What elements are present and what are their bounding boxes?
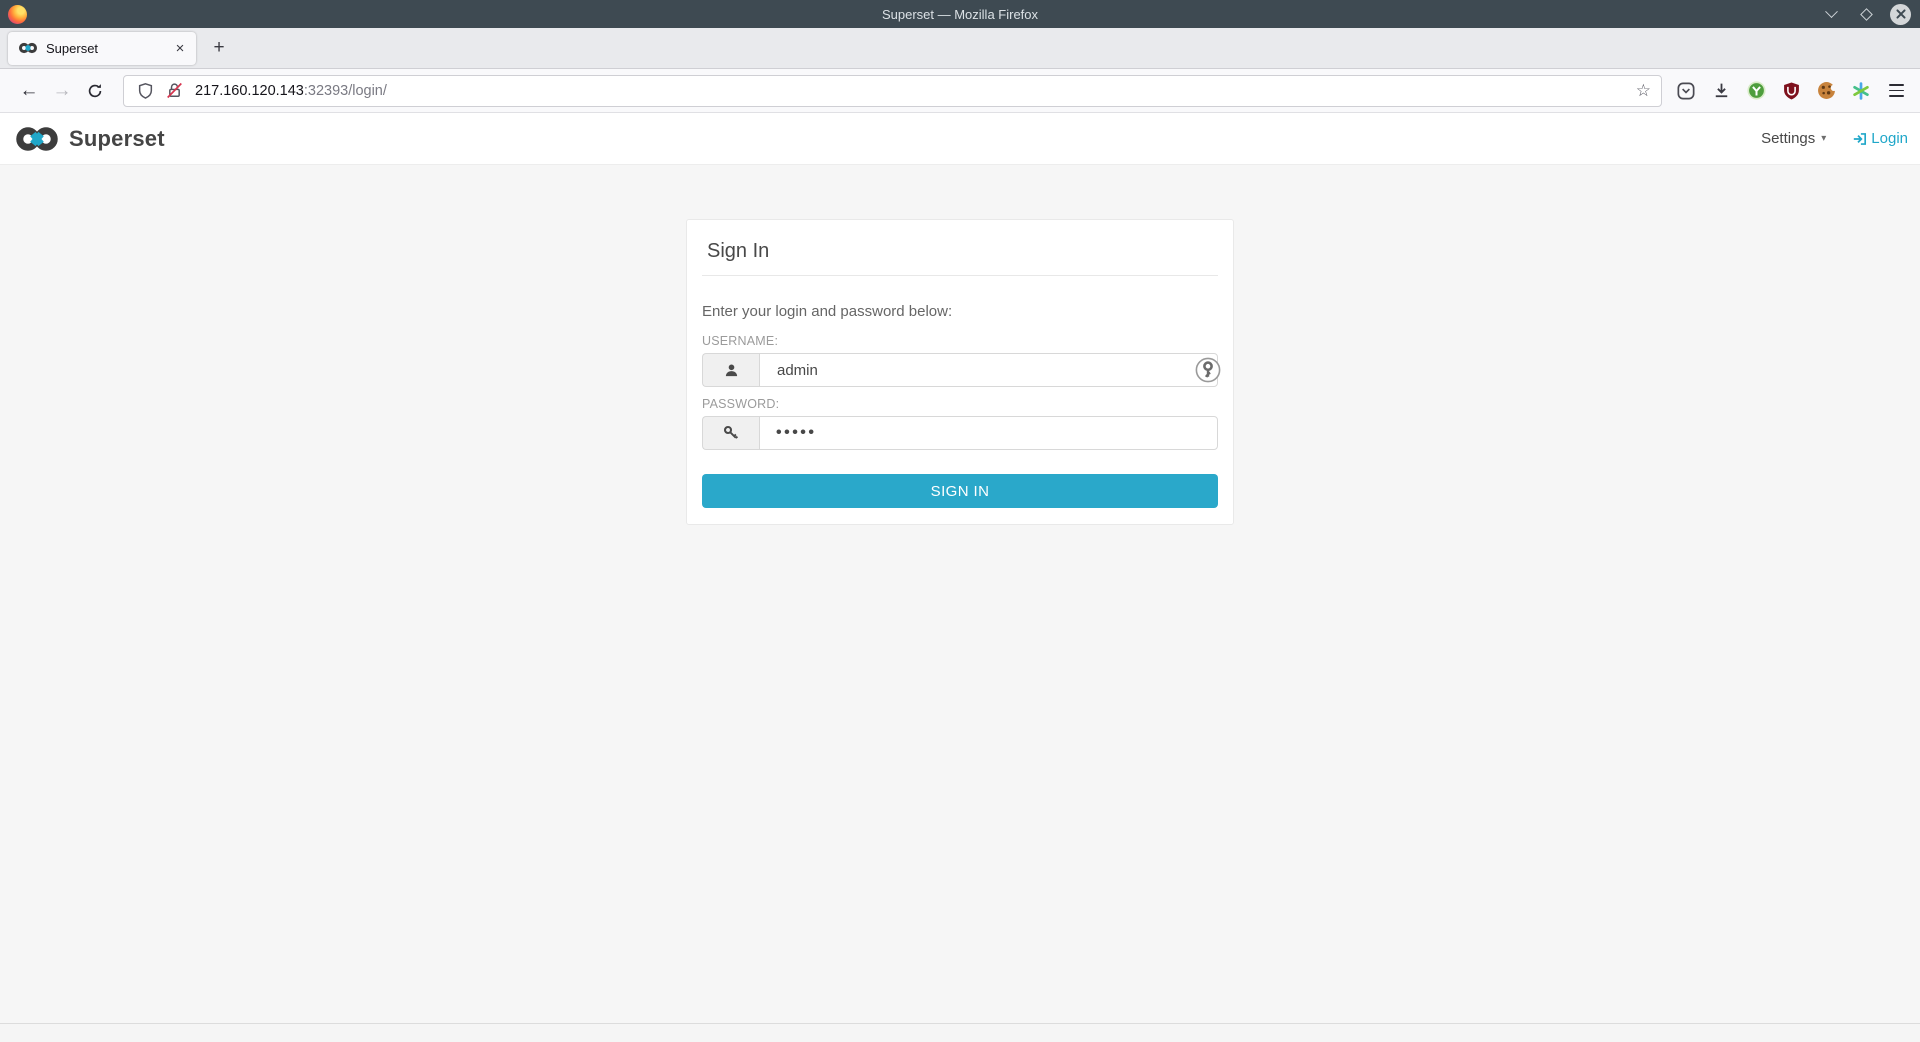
window-close-button[interactable] [1890, 4, 1911, 25]
username-group [702, 353, 1218, 387]
window-titlebar: Superset — Mozilla Firefox [0, 0, 1920, 28]
username-label: USERNAME: [702, 334, 1218, 348]
card-title: Sign In [702, 232, 1218, 276]
url-path: :32393/login/ [304, 83, 387, 99]
superset-favicon-icon [18, 38, 38, 58]
login-label: Login [1871, 130, 1908, 147]
browser-toolbar: ← → 217.160.120.143:32393/login/ ☆ [0, 69, 1920, 113]
insecure-lock-icon[interactable] [164, 81, 184, 101]
window-controls [1820, 3, 1920, 25]
sign-in-card: Sign In Enter your login and password be… [686, 219, 1234, 525]
maximize-diamond-icon [1860, 8, 1873, 21]
chevron-down-icon [1825, 5, 1838, 18]
window-minimize-button[interactable] [1820, 3, 1842, 25]
tab-bar: Superset × + [0, 28, 1920, 69]
window-maximize-button[interactable] [1855, 3, 1877, 25]
window-title: Superset — Mozilla Firefox [0, 7, 1920, 22]
cookie-extension-icon[interactable] [1816, 81, 1836, 101]
superset-navbar: Superset Settings ▾ Login [0, 113, 1920, 165]
reload-icon [87, 83, 103, 99]
password-input[interactable] [759, 416, 1218, 450]
caret-down-icon: ▾ [1821, 133, 1826, 144]
new-tab-button[interactable]: + [206, 35, 232, 61]
autofill-key-icon[interactable] [1195, 357, 1221, 383]
back-button[interactable]: ← [14, 76, 44, 106]
password-group [702, 416, 1218, 450]
instruction-text: Enter your login and password below: [702, 303, 1218, 320]
sign-in-icon [1852, 132, 1867, 146]
downloads-icon[interactable] [1711, 81, 1731, 101]
superset-brand[interactable]: Superset [14, 125, 165, 153]
firefox-icon [8, 5, 27, 24]
reload-button[interactable] [80, 76, 110, 106]
settings-menu[interactable]: Settings ▾ [1761, 130, 1826, 147]
page-footer [0, 1023, 1920, 1042]
login-link[interactable]: Login [1852, 130, 1908, 147]
key-icon [702, 416, 759, 450]
brand-title: Superset [69, 126, 165, 152]
settings-label: Settings [1761, 130, 1815, 147]
page-body: Sign In Enter your login and password be… [0, 165, 1920, 1023]
sign-in-button[interactable]: SIGN IN [702, 474, 1218, 508]
user-icon [702, 353, 759, 387]
url-text: 217.160.120.143:32393/login/ [195, 83, 387, 99]
password-label: PASSWORD: [702, 397, 1218, 411]
menu-hamburger-icon[interactable] [1886, 81, 1906, 101]
tab-title: Superset [46, 41, 170, 56]
tab-superset[interactable]: Superset × [8, 32, 196, 65]
url-host: 217.160.120.143 [195, 83, 304, 99]
starburst-extension-icon[interactable] [1851, 81, 1871, 101]
tab-close-icon[interactable]: × [170, 38, 190, 58]
username-input[interactable] [759, 353, 1218, 387]
toolbar-extensions [1674, 81, 1906, 101]
extension-green-icon[interactable] [1746, 81, 1766, 101]
forward-button[interactable]: → [47, 76, 77, 106]
url-bar[interactable]: 217.160.120.143:32393/login/ ☆ [123, 75, 1662, 107]
bookmark-star-icon[interactable]: ☆ [1636, 82, 1651, 99]
pocket-icon[interactable] [1676, 81, 1696, 101]
superset-logo-icon [14, 125, 60, 153]
shield-icon[interactable] [135, 81, 155, 101]
ublock-origin-icon[interactable] [1781, 81, 1801, 101]
